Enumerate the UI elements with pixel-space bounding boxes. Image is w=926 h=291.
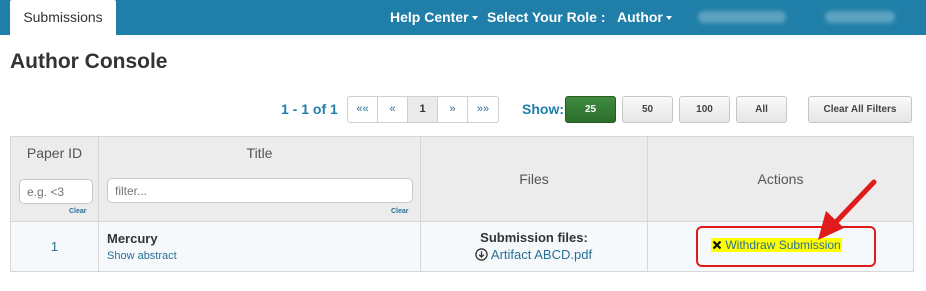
download-icon — [475, 248, 488, 261]
caret-down-icon — [471, 16, 478, 21]
page-title: Author Console — [10, 50, 168, 73]
file-download-link[interactable]: Artifact ABCD.pdf — [475, 247, 592, 262]
page-size-100-button[interactable]: 100 — [679, 96, 730, 123]
clear-all-filters-button[interactable]: Clear All Filters — [808, 96, 912, 123]
last-page-button[interactable]: »» — [468, 97, 498, 122]
page-size-25-button[interactable]: 25 — [565, 96, 616, 123]
role-menu[interactable]: Author — [617, 0, 672, 35]
help-center-menu[interactable]: Help Center — [390, 0, 478, 35]
header-actions: Actions — [648, 137, 913, 221]
paper-id-value[interactable]: 1 — [11, 239, 98, 254]
page-size-all-button[interactable]: All — [736, 96, 787, 123]
next-page-button[interactable]: » — [438, 97, 468, 122]
paper-id-filter-input[interactable] — [19, 179, 93, 204]
title-cell: Mercury Show abstract — [99, 222, 421, 271]
column-label-actions: Actions — [757, 171, 804, 187]
annotation-highlight-box — [696, 226, 876, 267]
paper-title: Mercury — [107, 231, 158, 246]
table-row: 1 — [11, 222, 99, 271]
show-abstract-link[interactable]: Show abstract — [107, 250, 177, 262]
show-label: Show: — [522, 101, 564, 117]
submission-files-label: Submission files: — [480, 230, 588, 245]
result-count: 1 - 1 of 1 — [281, 101, 338, 117]
title-clear-link[interactable]: Clear — [391, 208, 409, 215]
header-title: Title Clear — [99, 137, 421, 221]
header-paper-id: Paper ID Clear — [11, 137, 99, 221]
column-label-paper-id: Paper ID — [26, 145, 83, 161]
file-name: Artifact ABCD.pdf — [490, 247, 593, 262]
paper-id-clear-link[interactable]: Clear — [69, 208, 87, 215]
files-cell: Submission files: Artifact ABCD.pdf — [421, 222, 648, 271]
current-page-button[interactable]: 1 — [408, 97, 438, 122]
title-filter-input[interactable] — [107, 178, 413, 203]
column-label-files: Files — [519, 171, 549, 187]
top-navbar: Submissions Help Center Select Your Role… — [0, 0, 926, 35]
column-label-title: Title — [246, 145, 273, 161]
role-label: Author — [617, 9, 663, 25]
nav-tab-submissions[interactable]: Submissions — [10, 0, 116, 35]
redacted-user-menu[interactable] — [825, 11, 895, 23]
redacted-user-name[interactable] — [698, 11, 786, 23]
pagination: «« « 1 » »» — [347, 96, 499, 123]
help-center-label: Help Center — [390, 9, 469, 25]
select-role-label: Select Your Role : — [487, 9, 606, 25]
page-size-50-button[interactable]: 50 — [622, 96, 673, 123]
first-page-button[interactable]: «« — [348, 97, 378, 122]
prev-page-button[interactable]: « — [378, 97, 408, 122]
header-files: Files — [421, 137, 648, 221]
caret-down-icon — [665, 16, 672, 21]
